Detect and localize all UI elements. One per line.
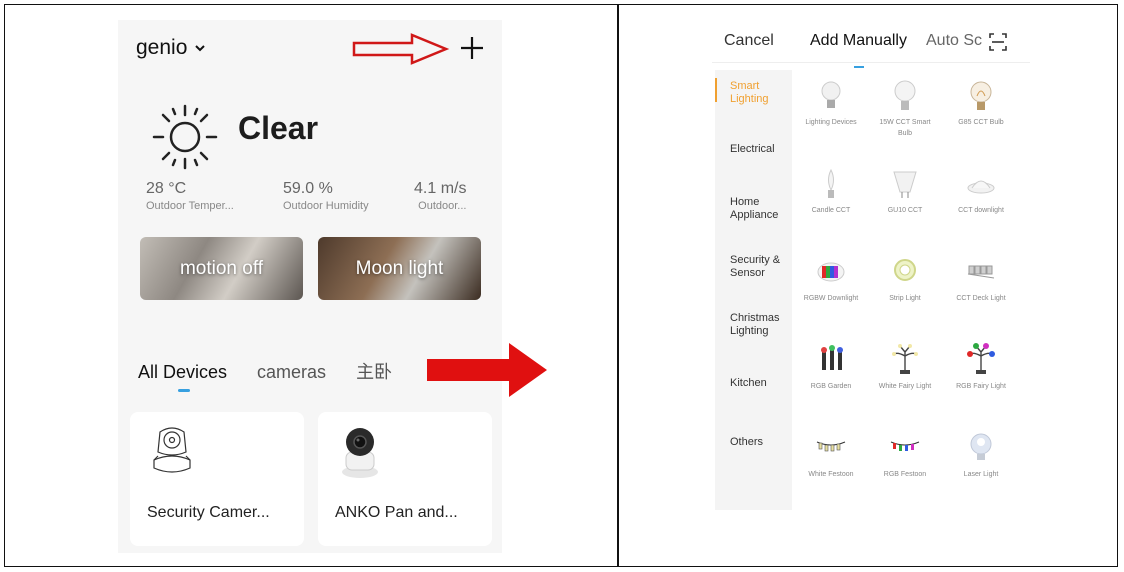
category-sidebar: Smart Lighting Electrical Home Appliance… [715, 70, 792, 510]
rgb-festoon-icon [890, 441, 920, 451]
gu10-icon [893, 171, 917, 198]
device-card-security-camera[interactable]: Security Camer... [130, 412, 304, 546]
device-tabs: All Devices cameras 主卧 [138, 358, 392, 384]
add-device-icon[interactable] [456, 32, 488, 64]
product-cct-deck-light[interactable]: CCT Deck Light [950, 254, 1012, 304]
product-g85-cct-bulb[interactable]: G85 CCT Bulb [950, 78, 1012, 128]
rgbw-downlight-icon [817, 262, 845, 282]
product-name: Strip Light [889, 295, 921, 302]
top-bar: Cancel Add Manually Auto Sc [712, 30, 1030, 68]
stat-value: 28 °C [146, 180, 187, 197]
festoon-icon [816, 441, 846, 452]
product-rgb-festoon[interactable]: RGB Festoon [874, 430, 936, 480]
stat-value: 59.0 % [283, 180, 333, 197]
stat-value: 4.1 m/s [414, 180, 467, 197]
home-screen: genio Clear 28 °C Outdoor Temper... 59.0… [118, 20, 502, 553]
product-name: Lighting Devices [805, 119, 857, 126]
garden-light-icon [821, 345, 843, 370]
device-name: Security Camer... [147, 504, 270, 521]
cancel-button[interactable]: Cancel [724, 32, 774, 50]
laser-light-icon [970, 433, 992, 460]
panel-divider [617, 4, 619, 567]
stat-label: Outdoor Humidity [283, 200, 369, 212]
topbar-divider [712, 62, 1030, 63]
pan-camera-icon [342, 428, 378, 478]
chevron-down-icon [195, 45, 206, 52]
home-selector[interactable]: genio [136, 36, 207, 60]
scan-icon[interactable] [988, 32, 1008, 52]
tab-all-devices[interactable]: All Devices [138, 362, 227, 383]
category-smart-lighting[interactable]: Smart Lighting [730, 80, 780, 106]
device-card-anko-pan[interactable]: ANKO Pan and... [318, 412, 492, 546]
downlight-icon [967, 180, 995, 194]
product-gu10-cct[interactable]: GU10 CCT [874, 166, 936, 216]
scene-label: Moon light [355, 257, 444, 279]
product-name: White Fairy Light [878, 383, 932, 390]
product-name: Laser Light [963, 471, 999, 478]
tab-master-bedroom[interactable]: 主卧 [356, 358, 392, 384]
stat-label: Outdoor Temper... [146, 200, 234, 212]
category-christmas-lighting[interactable]: Christmas Lighting [730, 312, 786, 338]
camera-outline-icon [153, 427, 191, 473]
stat-wind: 4.1 m/s Outdoor... [414, 180, 466, 212]
scene-label: motion off [179, 257, 264, 279]
category-electrical[interactable]: Electrical [730, 143, 775, 156]
stat-humidity: 59.0 % Outdoor Humidity [283, 180, 369, 212]
device-name: ANKO Pan and... [335, 504, 458, 521]
add-device-screen: Cancel Add Manually Auto Sc Smart Lighti… [712, 18, 1030, 516]
strip-light-icon [894, 259, 916, 281]
category-others[interactable]: Others [730, 436, 763, 449]
product-name: GU10 CCT [887, 207, 923, 214]
sun-icon [152, 104, 218, 170]
product-white-festoon[interactable]: White Festoon [800, 430, 862, 480]
category-kitchen[interactable]: Kitchen [730, 377, 767, 390]
product-15w-cct-smart-bulb[interactable]: 15W CCT Smart Bulb [874, 78, 936, 139]
active-category-bar [715, 78, 717, 102]
tab-add-manually[interactable]: Add Manually [810, 32, 907, 50]
product-name: CCT downlight [958, 207, 1004, 214]
product-lighting-devices[interactable]: Lighting Devices [800, 78, 862, 128]
product-name: G85 CCT Bulb [958, 119, 1004, 126]
product-candle-cct[interactable]: Candle CCT [800, 166, 862, 216]
tab-cameras[interactable]: cameras [257, 362, 326, 383]
outline-arrow-annotation [352, 33, 450, 65]
active-tab-indicator [854, 66, 864, 68]
product-white-fairy-light[interactable]: White Fairy Light [874, 342, 936, 392]
active-tab-indicator [178, 389, 190, 392]
fairy-light-icon [892, 344, 918, 374]
bulb-icon [821, 81, 841, 108]
product-rgbw-downlight[interactable]: RGBW Downlight [800, 254, 862, 304]
product-name: RGB Festoon [883, 471, 927, 478]
category-home-appliance[interactable]: Home Appliance [730, 196, 786, 222]
product-name: White Festoon [808, 471, 854, 478]
rgb-fairy-light-icon [967, 343, 995, 374]
scene-card-moon-light[interactable]: Moon light [318, 237, 481, 300]
product-strip-light[interactable]: Strip Light [874, 254, 936, 304]
product-laser-light[interactable]: Laser Light [950, 430, 1012, 480]
stat-label: Outdoor... [418, 200, 467, 212]
tab-auto-scan[interactable]: Auto Sc [926, 32, 982, 50]
stat-temperature: 28 °C Outdoor Temper... [146, 180, 234, 212]
product-name: 15W CCT Smart Bulb [879, 119, 931, 137]
category-security-sensor[interactable]: Security & Sensor [730, 254, 790, 280]
deck-light-icon [967, 265, 995, 279]
product-name: CCT Deck Light [956, 295, 1006, 302]
product-name: RGB Garden [810, 383, 852, 390]
product-name: Candle CCT [811, 207, 851, 214]
filament-bulb-icon [970, 81, 992, 110]
red-arrow-annotation [427, 343, 547, 397]
product-name: RGBW Downlight [803, 295, 859, 302]
weather-condition: Clear [238, 110, 319, 146]
candle-bulb-icon [828, 168, 834, 198]
product-name: RGB Fairy Light [956, 383, 1006, 390]
bulb-icon [894, 80, 916, 110]
home-name-label: genio [136, 36, 188, 59]
product-rgb-fairy-light[interactable]: RGB Fairy Light [950, 342, 1012, 392]
product-rgb-garden[interactable]: RGB Garden [800, 342, 862, 392]
product-cct-downlight[interactable]: CCT downlight [950, 166, 1012, 216]
scene-card-motion-off[interactable]: motion off [140, 237, 303, 300]
